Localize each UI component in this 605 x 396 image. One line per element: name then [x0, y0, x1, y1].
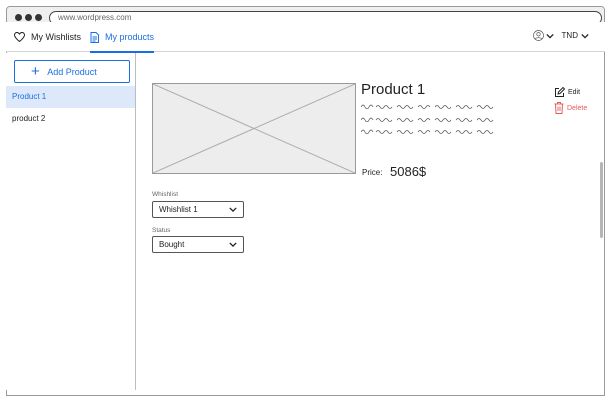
tab-my-wishlists[interactable]: My Wishlists [14, 22, 81, 52]
document-icon [90, 31, 99, 43]
chevron-down-icon [545, 33, 554, 39]
price-label: Price: [362, 168, 383, 177]
description-scribble [361, 104, 494, 109]
scrollbar[interactable] [600, 162, 603, 238]
chevron-down-icon [229, 242, 237, 247]
window-dot-icon[interactable] [15, 14, 22, 21]
tab-my-products[interactable]: My products [90, 22, 155, 53]
sidebar-item-product-1[interactable]: Product 1 [6, 86, 135, 108]
edit-icon [555, 87, 565, 97]
add-product-label: Add Product [47, 66, 97, 77]
delete-button[interactable]: Delete [554, 102, 587, 114]
currency-selector[interactable]: TND [562, 31, 578, 40]
trash-icon [554, 102, 564, 114]
wishlist-select-value: Whishlist 1 [159, 205, 198, 214]
product-title: Product 1 [361, 81, 426, 98]
price-value: 5086$ [390, 164, 427, 179]
edit-button[interactable]: Edit [554, 87, 580, 98]
tab-label: My products [105, 32, 155, 42]
chevron-down-icon [581, 33, 589, 39]
description-scribble [361, 117, 494, 122]
tab-label: My Wishlists [31, 32, 81, 42]
product-image-placeholder [152, 83, 356, 174]
plus-icon: + [31, 63, 40, 80]
delete-label: Delete [567, 104, 588, 112]
edit-label: Edit [568, 89, 581, 96]
heart-icon [14, 32, 25, 42]
status-select-value: Bought [159, 240, 185, 249]
status-select[interactable]: Bought [152, 236, 244, 253]
add-product-button[interactable]: + Add Product [14, 60, 130, 83]
user-menu[interactable]: TND [532, 30, 591, 41]
app-header: My Wishlists My products TND [6, 22, 605, 53]
chevron-down-icon [229, 207, 237, 212]
status-field-label: Status [152, 227, 171, 234]
sidebar-item-product-2[interactable]: product 2 [6, 108, 135, 130]
wishlist-select[interactable]: Whishlist 1 [152, 201, 244, 218]
user-avatar-icon [532, 30, 544, 41]
description-scribble [361, 129, 494, 134]
window-dot-icon[interactable] [35, 14, 42, 21]
window-dot-icon[interactable] [25, 14, 32, 21]
wishlist-field-label: Whishlist [152, 191, 179, 198]
sidebar: + Add Product Product 1 product 2 [6, 53, 136, 390]
